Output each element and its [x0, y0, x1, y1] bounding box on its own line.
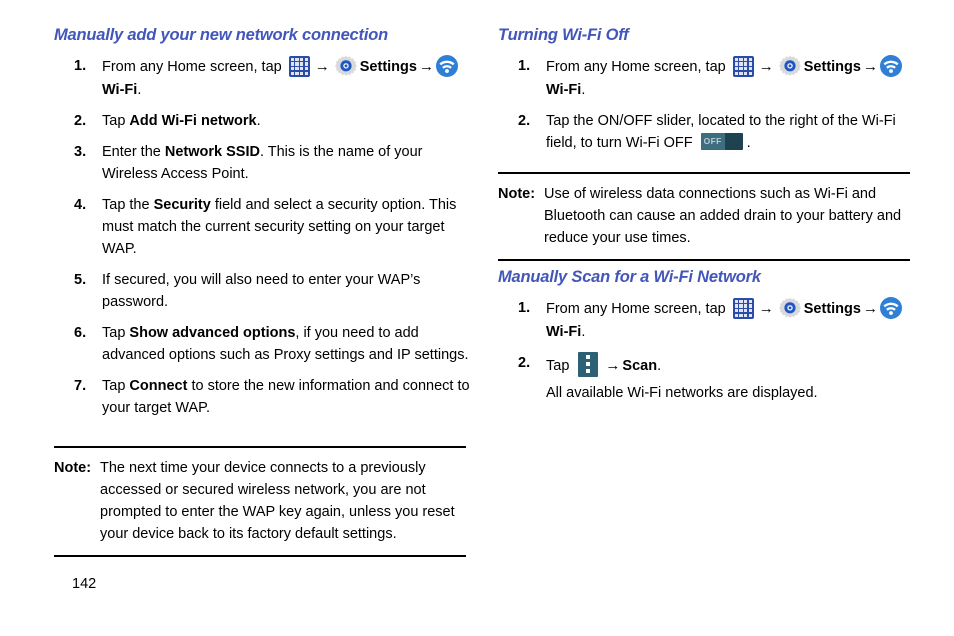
step-body: If secured, you will also need to enter … — [102, 272, 420, 310]
step-item: 4. Tap the Security field and select a se… — [54, 194, 474, 260]
step-item: 7. Tap Connect to store the new informati… — [54, 375, 474, 419]
step-body: Enter the Network SSID. This is the name… — [102, 144, 423, 182]
step-item: 1. From any Home screen, tap → Settings →Wi… — [498, 296, 918, 343]
step-number: 1. — [74, 57, 87, 74]
step-text: . — [581, 323, 586, 340]
arrow-right-icon: → — [758, 57, 774, 75]
step-number: 2. — [74, 112, 87, 129]
manual-page: Manually add your new network connection… — [0, 0, 954, 636]
step-text: Tap — [546, 357, 574, 374]
step-text: Tap — [102, 377, 130, 394]
step-text: From any Home screen, tap — [102, 58, 286, 75]
settings-gear-icon — [778, 55, 801, 77]
step-item: 1. From any Home screen, tap → Settings →Wi… — [54, 54, 474, 101]
substep-note: All available Wi-Fi networks are display… — [546, 385, 818, 402]
arrow-right-icon: → — [314, 57, 330, 75]
step-body: Tap → Scan. — [546, 351, 662, 377]
section-heading-manually-scan: Manually Scan for a Wi-Fi Network — [498, 268, 761, 286]
step-text: Enter the — [102, 143, 165, 160]
step-body: Tap the Security field and select a secu… — [102, 197, 456, 257]
step-emphasis: Security — [153, 196, 211, 213]
section-heading-turning-wifi-off: Turning Wi-Fi Off — [498, 26, 629, 44]
note-label: Note: — [498, 186, 536, 202]
step-emphasis: Network SSID — [164, 143, 260, 160]
step-text: . — [581, 81, 586, 98]
off-slider-icon: OFF — [700, 132, 743, 150]
step-number: 4. — [74, 196, 87, 213]
step-emphasis: Wi-Fi — [546, 81, 582, 98]
step-text: Tap the — [102, 196, 154, 213]
step-item: 6. Tap Show advanced options, if you need… — [54, 322, 474, 366]
step-number: 6. — [74, 324, 87, 341]
step-text: Tap — [102, 324, 130, 341]
wifi-icon — [879, 296, 902, 319]
section-heading-manually-add: Manually add your new network connection — [54, 26, 388, 44]
step-number: 2. — [518, 112, 531, 129]
page-number: 142 — [72, 576, 97, 592]
right-column-lower: Manually Scan for a Wi-Fi Network 1. From… — [498, 268, 918, 413]
step-text: . — [256, 112, 261, 129]
settings-gear-icon — [778, 297, 801, 319]
step-emphasis: Wi-Fi — [546, 323, 582, 340]
step-body: Tap Add Wi-Fi network. — [102, 113, 261, 129]
step-emphasis: Settings — [803, 300, 861, 317]
wifi-icon — [879, 54, 902, 77]
step-number: 5. — [74, 271, 87, 288]
steps-list-manually-add: 1. From any Home screen, tap → Settings →Wi… — [54, 54, 474, 419]
step-body: Tap the ON/OFF slider, located to the ri… — [546, 113, 896, 151]
step-number: 3. — [74, 143, 87, 160]
settings-gear-icon — [334, 55, 357, 77]
right-column: Turning Wi-Fi Off 1. From any Home screen… — [498, 26, 918, 163]
step-text: If secured, you will also need to enter … — [102, 271, 421, 310]
step-body: From any Home screen, tap → Settings →Wi-F… — [546, 54, 904, 98]
step-text: From any Home screen, tap — [546, 300, 730, 317]
step-body: Tap Show advanced options, if you need t… — [102, 325, 468, 363]
step-number: 2. — [518, 354, 531, 371]
step-item: 2. Tap Add Wi-Fi network. — [54, 110, 474, 132]
note-box-right: Note: Use of wireless data connections s… — [498, 172, 910, 262]
overflow-menu-icon — [578, 351, 599, 377]
note-box-left: Note: The next time your device connects… — [54, 446, 466, 558]
arrow-right-icon: → — [862, 299, 878, 317]
step-text: From any Home screen, tap — [546, 58, 730, 75]
step-emphasis: Add Wi-Fi network — [129, 112, 257, 129]
step-text: . — [657, 357, 662, 374]
left-column: Manually add your new network connection… — [54, 26, 474, 428]
step-number: 1. — [518, 299, 531, 316]
step-emphasis: Wi-Fi — [102, 81, 138, 98]
steps-list-manually-scan: 1. From any Home screen, tap → Settings →Wi… — [498, 296, 918, 378]
step-emphasis: Scan — [622, 357, 658, 374]
step-item: 2. Tap the ON/OFF slider, located to the … — [498, 110, 918, 154]
step-text: . — [137, 81, 142, 98]
step-text: . — [746, 134, 751, 151]
step-item: 5. If secured, you will also need to ente… — [54, 269, 474, 313]
arrow-right-icon: → — [418, 57, 434, 75]
step-item: 1. From any Home screen, tap → Settings →Wi… — [498, 54, 918, 101]
note-text: Use of wireless data connections such as… — [544, 186, 902, 247]
step-emphasis: Connect — [129, 377, 188, 394]
arrow-right-icon: → — [605, 356, 621, 374]
step-emphasis: Settings — [803, 58, 861, 75]
step-body: Tap Connect to store the new information… — [102, 378, 470, 416]
arrow-right-icon: → — [862, 57, 878, 75]
apps-grid-icon — [288, 55, 310, 77]
off-slider-label: OFF — [700, 132, 725, 150]
step-body: From any Home screen, tap → Settings →Wi-F… — [102, 54, 460, 98]
wifi-icon — [435, 54, 458, 77]
step-item: 2. Tap → Scan. — [498, 351, 918, 378]
step-body: From any Home screen, tap → Settings →Wi-F… — [546, 296, 904, 340]
step-number: 1. — [518, 57, 531, 74]
arrow-right-icon: → — [758, 299, 774, 317]
steps-list-turning-wifi-off: 1. From any Home screen, tap → Settings →Wi… — [498, 54, 918, 154]
apps-grid-icon — [732, 297, 754, 319]
step-emphasis: Show advanced options — [129, 324, 296, 341]
step-number: 7. — [74, 377, 87, 394]
step-text: Tap — [102, 112, 130, 129]
step-emphasis: Settings — [359, 58, 417, 75]
apps-grid-icon — [732, 55, 754, 77]
step-item: 3. Enter the Network SSID. This is the na… — [54, 141, 474, 185]
note-text: The next time your device connects to a … — [100, 460, 455, 543]
note-label: Note: — [54, 460, 92, 476]
